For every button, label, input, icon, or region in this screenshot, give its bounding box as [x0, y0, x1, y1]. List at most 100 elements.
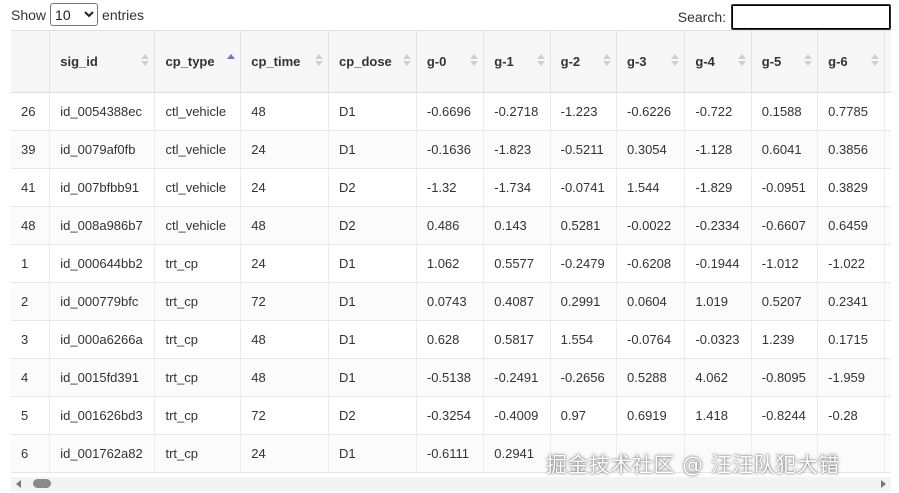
- entries-per-page-select[interactable]: 10: [50, 3, 99, 26]
- table-cell-cp_dose: D2: [328, 168, 417, 207]
- table-cell-sig_id: id_0079af0fb: [49, 130, 156, 169]
- scroll-left-icon[interactable]: [16, 480, 21, 488]
- table-cell-cp_dose: D2: [328, 206, 417, 245]
- table-cell-g-1: 0.2941: [483, 434, 551, 473]
- sort-icon: [804, 54, 813, 68]
- column-header-cp_time[interactable]: cp_time: [240, 31, 330, 93]
- sort-icon: [737, 54, 746, 68]
- column-header-cp_type[interactable]: cp_type: [154, 31, 242, 93]
- column-header-g-3[interactable]: g-3: [616, 31, 686, 93]
- table-cell-g-6: 0.1715: [817, 320, 885, 359]
- column-header-g-0[interactable]: g-0: [416, 31, 485, 93]
- table-cell-g-1: 0.5817: [483, 320, 551, 359]
- table-cell-cp_time: 24: [240, 168, 330, 207]
- table-cell-sig_id: id_008a986b7: [49, 206, 156, 245]
- table-row: 5 id_001626bd3 trt_cp 72 D2 -0.3254 -0.4009 0.9…: [11, 396, 891, 435]
- column-header-label: cp_dose: [339, 54, 392, 69]
- table-cell-cp_dose: D1: [328, 282, 417, 321]
- table-cell-g-6: -1.022: [817, 244, 885, 283]
- table-cell-g-0: -0.6696: [416, 92, 485, 131]
- table-cell-g-0: -1.32: [416, 168, 485, 207]
- table-cell-g-5: 0.5207: [751, 282, 819, 321]
- table-cell-g-0: -0.3254: [416, 396, 485, 435]
- horizontal-scrollbar[interactable]: [11, 477, 891, 491]
- table-cell-g-6: 0.6459: [817, 206, 885, 245]
- table-cell-sig_id: id_001762a82: [49, 434, 156, 473]
- table-cell-cp_dose: D1: [328, 434, 417, 473]
- column-header-label: g-1: [494, 54, 514, 69]
- table-cell-g-0: -0.5138: [416, 358, 485, 397]
- table-cell-cp_dose: D1: [328, 130, 417, 169]
- table-cell-g-5: 0.6041: [751, 130, 819, 169]
- column-header-g-4[interactable]: g-4: [684, 31, 752, 93]
- watermark: 掘金技术社区 @ 汪汪队犯大错: [546, 453, 840, 477]
- table-cell-g-3: 0.3054: [616, 130, 686, 169]
- table-cell-cp_time: 48: [240, 358, 330, 397]
- table-cell-g-2: -0.2479: [550, 244, 618, 283]
- length-suffix: entries: [102, 6, 145, 23]
- scroll-right-icon[interactable]: [881, 480, 886, 488]
- table-cell-cp_dose: D1: [328, 92, 417, 131]
- table-cell-g-2: 0.5281: [550, 206, 618, 245]
- row-index-cell: 39: [11, 130, 51, 169]
- table-cell-g-2: -0.0741: [550, 168, 618, 207]
- table-scroll-area[interactable]: sig_id cp_type cp_time cp_dose g-0 g-1 g-2 g-3 g…: [11, 30, 891, 476]
- table-cell-g-5: 0.1588: [751, 92, 819, 131]
- column-header-cp_dose[interactable]: cp_dose: [328, 31, 417, 93]
- table-cell-g-2: 0.97: [550, 396, 618, 435]
- table-cell-g-2: -0.2656: [550, 358, 618, 397]
- table-cell-cp_time: 48: [240, 320, 330, 359]
- table-row: 26 id_0054388ec ctl_vehicle 48 D1 -0.6696 -0.2…: [11, 92, 891, 131]
- table-cell-g-7: 0.17: [884, 358, 891, 397]
- table-cell-g-1: 0.5577: [483, 244, 551, 283]
- column-header-g-1[interactable]: g-1: [483, 31, 551, 93]
- table-cell-g-3: 0.0604: [616, 282, 686, 321]
- table-cell-g-5: -0.6607: [751, 206, 819, 245]
- table-cell-g-5: -1.012: [751, 244, 819, 283]
- table-cell-g-3: -0.6208: [616, 244, 686, 283]
- table-body: 26 id_0054388ec ctl_vehicle 48 D1 -0.6696 -0.2…: [11, 92, 891, 473]
- table-cell-g-1: 0.4087: [483, 282, 551, 321]
- table-cell-g-7: -0.0: [884, 244, 891, 283]
- table-cell-g-6: -0.28: [817, 396, 885, 435]
- sort-icon: [536, 54, 545, 68]
- table-cell-g-3: -0.6226: [616, 92, 686, 131]
- table-cell-g-7: 0.21: [884, 320, 891, 359]
- table-cell-g-1: -1.823: [483, 130, 551, 169]
- table-cell-g-5: -0.0951: [751, 168, 819, 207]
- table-cell-cp_type: trt_cp: [154, 434, 242, 473]
- table-row: 41 id_007bfbb91 ctl_vehicle 24 D2 -1.32 -1.734…: [11, 168, 891, 207]
- column-header-label: g-0: [426, 54, 447, 69]
- table-cell-g-4: 1.019: [684, 282, 752, 321]
- table-cell-g-2: -0.5211: [550, 130, 618, 169]
- table-cell-sig_id: id_001626bd3: [49, 396, 156, 435]
- table-cell-cp_type: trt_cp: [154, 396, 242, 435]
- table-cell-g-2: -1.223: [550, 92, 618, 131]
- table-cell-g-4: -1.829: [684, 168, 752, 207]
- column-header-g-6[interactable]: g-6: [817, 31, 885, 93]
- table-cell-cp_type: trt_cp: [154, 244, 242, 283]
- column-header-g-5[interactable]: g-5: [751, 31, 819, 93]
- table-cell-g-4: -0.2334: [684, 206, 752, 245]
- table-cell-sig_id: id_0015fd391: [49, 358, 156, 397]
- table-cell-g-5: 1.239: [751, 320, 819, 359]
- table-cell-cp_time: 48: [240, 206, 330, 245]
- column-header-g-7[interactable]: g-7: [884, 31, 891, 93]
- sort-icon: [402, 54, 411, 68]
- table-row: 2 id_000779bfc trt_cp 72 D1 0.0743 0.4087 0.299…: [11, 282, 891, 321]
- column-header-g-2[interactable]: g-2: [550, 31, 618, 93]
- row-index-cell: 3: [11, 320, 51, 359]
- table-row: 48 id_008a986b7 ctl_vehicle 48 D2 0.486 0.143 0…: [11, 206, 891, 245]
- search-box: Search:: [678, 4, 891, 30]
- column-header-sig_id[interactable]: sig_id: [49, 31, 156, 93]
- search-input[interactable]: [731, 4, 891, 30]
- table-cell-cp_type: trt_cp: [154, 358, 242, 397]
- table-cell-g-0: 0.0743: [416, 282, 485, 321]
- column-header-index[interactable]: [11, 31, 51, 93]
- table-cell-g-1: -1.734: [483, 168, 551, 207]
- table-cell-g-7: -0.0: [884, 206, 891, 245]
- table-cell-sig_id: id_0054388ec: [49, 92, 156, 131]
- scrollbar-thumb[interactable]: [33, 479, 51, 488]
- table-cell-g-4: 1.418: [684, 396, 752, 435]
- table-cell-g-6: 0.7785: [817, 92, 885, 131]
